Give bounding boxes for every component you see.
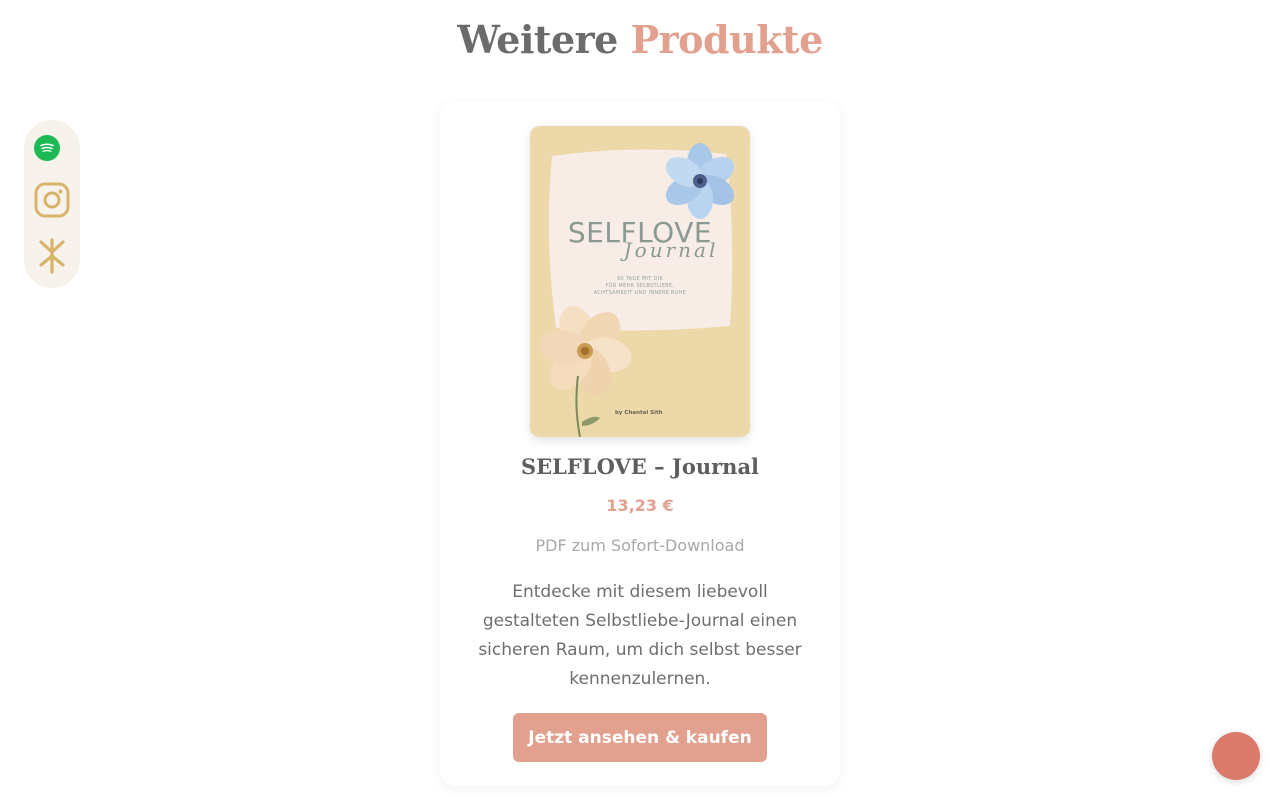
- cover-text-overlay: SELFLOVE Journal 90 TAGE MIT DIR FÜR MEH…: [530, 126, 750, 437]
- cover-subtitle-line: ACHTSAMKEIT UND INNERE RUHE: [593, 290, 687, 296]
- cover-subtitle-line: 90 TAGE MIT DIR: [616, 276, 664, 282]
- product-format: PDF zum Sofort-Download: [535, 536, 745, 555]
- section-title-part-1: Weitere: [457, 17, 631, 62]
- product-description: Entdecke mit diesem liebevoll gestaltete…: [478, 582, 802, 689]
- linktree-link[interactable]: [36, 238, 68, 274]
- spotify-link[interactable]: [34, 135, 60, 161]
- product-cover-image[interactable]: SELFLOVE Journal 90 TAGE MIT DIR FÜR MEH…: [530, 126, 750, 437]
- linktree-icon: [39, 238, 65, 274]
- cover-author: by Chantal Sith: [615, 410, 663, 416]
- view-and-buy-button[interactable]: Jetzt ansehen & kaufen: [513, 713, 767, 762]
- cover-subtitle-line: FÜR MEHR SELBSTLIEBE,: [605, 283, 675, 289]
- section-title: Weitere Produkte: [0, 14, 1280, 66]
- chat-widget-button[interactable]: [1212, 732, 1260, 780]
- cover-script-title: Journal: [623, 238, 719, 262]
- social-sidebar: [24, 120, 80, 288]
- product-card: SELFLOVE Journal 90 TAGE MIT DIR FÜR MEH…: [440, 102, 840, 786]
- product-price: 13,23 €: [606, 496, 674, 515]
- instagram-icon: [34, 182, 70, 218]
- page: Weitere Produkte SELFLOVE Journal 90 TAG…: [0, 0, 1280, 800]
- section-title-part-2: Produkte: [630, 17, 824, 62]
- spotify-icon: [34, 135, 60, 161]
- instagram-link[interactable]: [34, 182, 70, 218]
- product-name: SELFLOVE – Journal: [520, 454, 760, 479]
- cover-subtitle: 90 TAGE MIT DIR FÜR MEHR SELBSTLIEBE, AC…: [560, 276, 720, 297]
